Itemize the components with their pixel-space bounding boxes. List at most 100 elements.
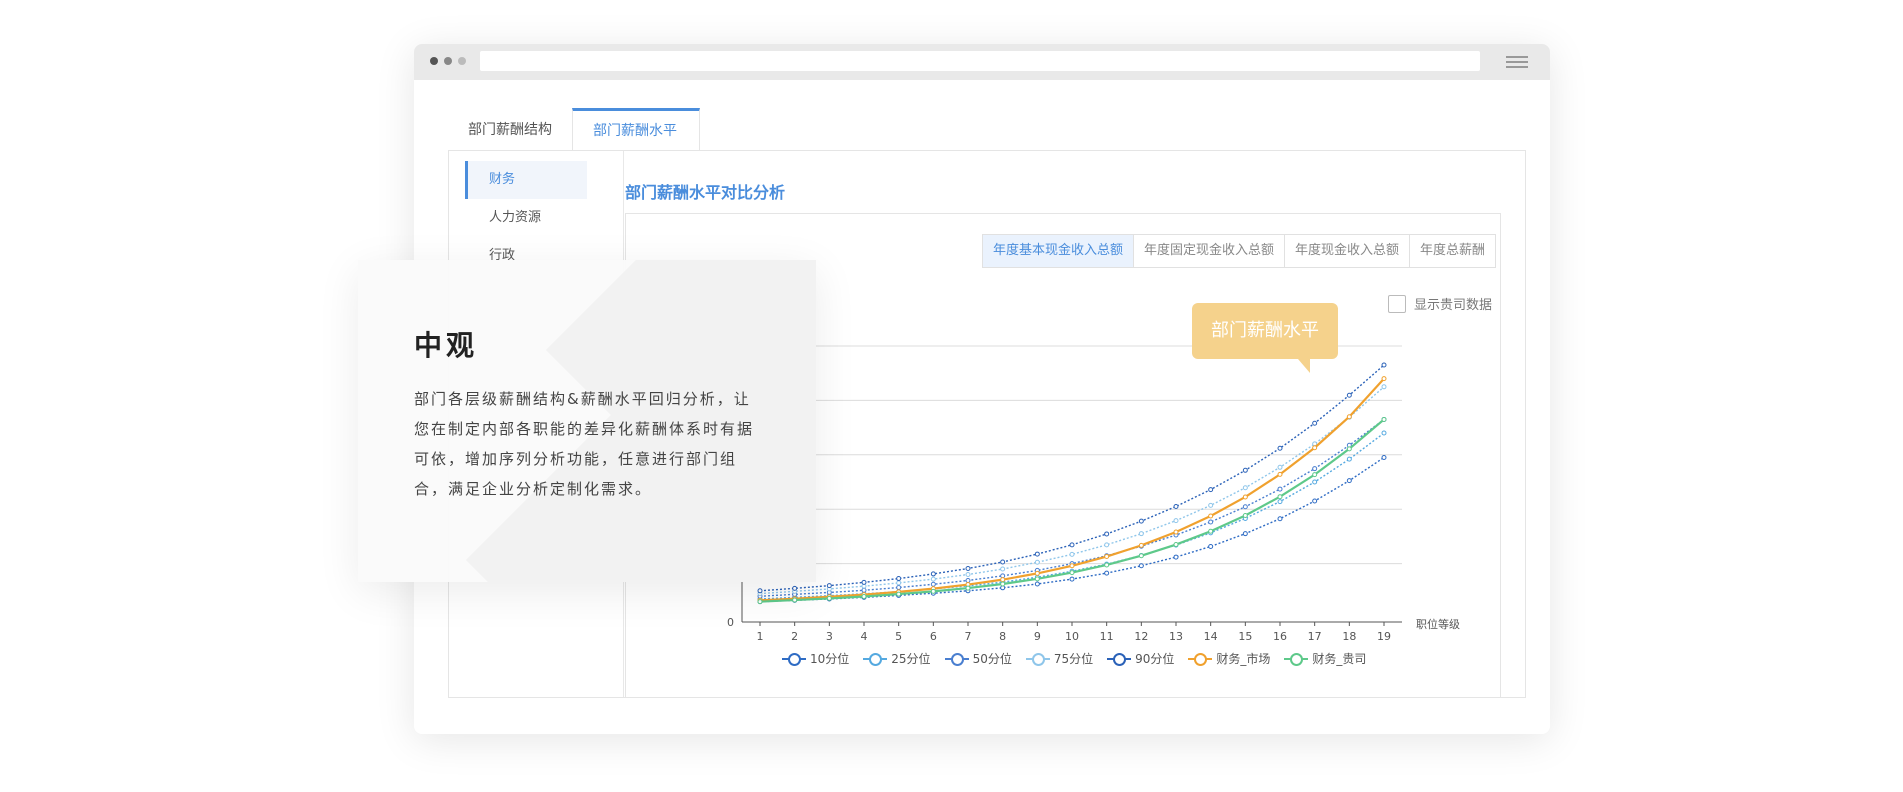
legend-label: 50分位 bbox=[972, 652, 1012, 666]
legend-marker-icon bbox=[1284, 652, 1309, 666]
series-line bbox=[759, 364, 1385, 592]
data-point bbox=[1346, 478, 1352, 484]
legend-label: 75分位 bbox=[1053, 652, 1094, 666]
data-point bbox=[930, 581, 936, 587]
data-point bbox=[1346, 392, 1352, 398]
data-point bbox=[896, 580, 902, 586]
legend-marker-icon bbox=[944, 652, 969, 666]
data-point bbox=[1138, 531, 1144, 537]
data-point bbox=[1208, 502, 1214, 508]
data-point bbox=[1069, 542, 1075, 548]
legend-label: 25分位 bbox=[891, 652, 931, 666]
data-point bbox=[861, 579, 867, 585]
x-tick-label: 12 bbox=[1134, 630, 1148, 643]
data-point bbox=[1277, 486, 1283, 492]
data-point bbox=[1173, 542, 1179, 548]
data-point bbox=[1277, 516, 1283, 522]
data-point bbox=[757, 599, 763, 605]
legend-marker-icon bbox=[782, 652, 806, 666]
data-point bbox=[861, 587, 867, 593]
legend-marker-icon bbox=[1025, 652, 1050, 666]
data-point bbox=[965, 577, 971, 583]
data-point bbox=[1069, 551, 1075, 557]
legend-label: 90分位 bbox=[1135, 652, 1175, 666]
data-point bbox=[1104, 542, 1110, 548]
data-point bbox=[1381, 362, 1387, 368]
data-point bbox=[1138, 518, 1144, 524]
data-point bbox=[1277, 494, 1283, 500]
x-tick-label: 17 bbox=[1308, 630, 1322, 643]
data-point bbox=[1312, 479, 1318, 485]
data-point bbox=[1138, 563, 1144, 569]
data-point bbox=[1069, 570, 1075, 576]
x-tick-label: 14 bbox=[1204, 630, 1218, 643]
data-point bbox=[1242, 531, 1248, 537]
legend-item[interactable]: 25分位 bbox=[863, 650, 931, 667]
data-point bbox=[826, 583, 832, 589]
x-tick-label: 5 bbox=[895, 630, 902, 643]
data-point bbox=[1381, 384, 1387, 390]
data-point bbox=[930, 588, 936, 594]
legend-label: 10分位 bbox=[810, 652, 850, 666]
data-point bbox=[1242, 485, 1248, 491]
data-point bbox=[1277, 464, 1283, 470]
data-point bbox=[896, 591, 902, 597]
data-point bbox=[896, 585, 902, 591]
data-point bbox=[1208, 487, 1214, 493]
data-point bbox=[1312, 420, 1318, 426]
data-point bbox=[1034, 576, 1040, 582]
data-point bbox=[1000, 577, 1006, 583]
data-point bbox=[1104, 554, 1110, 560]
x-tick-label: 10 bbox=[1065, 630, 1079, 643]
data-point bbox=[1312, 445, 1318, 451]
data-point bbox=[1381, 376, 1387, 382]
data-point bbox=[1208, 543, 1214, 549]
data-point bbox=[1242, 494, 1248, 500]
legend-marker-icon bbox=[863, 652, 888, 666]
data-point bbox=[1346, 414, 1352, 420]
data-point bbox=[1138, 542, 1144, 548]
data-point bbox=[1104, 531, 1110, 537]
legend-item[interactable]: 财务_贵司 bbox=[1284, 650, 1366, 667]
chart-legend: 10分位 25分位 50分位 75分位 90分位 财务_市场 财务_贵司 bbox=[782, 650, 1366, 667]
legend-item[interactable]: 90分位 bbox=[1107, 650, 1174, 667]
data-point bbox=[1277, 445, 1283, 451]
data-point bbox=[1381, 416, 1387, 422]
chart-callout-tail bbox=[1298, 359, 1310, 373]
data-point bbox=[1173, 529, 1179, 535]
data-point bbox=[1173, 518, 1179, 524]
x-tick-label: 18 bbox=[1342, 630, 1356, 643]
x-axis-label: 职位等级 bbox=[1416, 617, 1460, 631]
legend-marker-icon bbox=[1188, 652, 1213, 666]
legend-item[interactable]: 50分位 bbox=[944, 650, 1012, 667]
y-tick-label: 0 bbox=[727, 616, 734, 629]
x-tick-label: 13 bbox=[1169, 630, 1183, 643]
data-point bbox=[1381, 455, 1387, 461]
data-point bbox=[965, 585, 971, 591]
x-tick-label: 9 bbox=[1034, 630, 1041, 643]
data-point bbox=[1000, 559, 1006, 565]
data-point bbox=[1277, 471, 1283, 477]
data-point bbox=[896, 576, 902, 582]
data-point bbox=[1173, 503, 1179, 509]
data-point bbox=[1381, 430, 1387, 436]
x-tick-label: 6 bbox=[930, 630, 937, 643]
data-point bbox=[930, 576, 936, 582]
data-point bbox=[930, 571, 936, 577]
x-tick-label: 15 bbox=[1238, 630, 1252, 643]
legend-item[interactable]: 10分位 bbox=[782, 650, 849, 667]
data-point bbox=[1104, 570, 1110, 576]
x-tick-label: 4 bbox=[861, 630, 868, 643]
data-point bbox=[1312, 472, 1318, 478]
data-point bbox=[965, 571, 971, 577]
data-point bbox=[1277, 499, 1283, 505]
card-description: 部门各层级薪酬结构&薪酬水平回归分析，让您在制定内部各职能的差异化薪酬体系时有据… bbox=[414, 390, 755, 498]
legend-item[interactable]: 财务_市场 bbox=[1188, 650, 1270, 667]
chart-callout: 部门薪酬水平 bbox=[1192, 303, 1338, 359]
data-point bbox=[1173, 554, 1179, 560]
legend-item[interactable]: 75分位 bbox=[1025, 650, 1094, 667]
legend-label: 财务_市场 bbox=[1216, 652, 1271, 666]
x-tick-label: 11 bbox=[1100, 630, 1114, 643]
data-point bbox=[1000, 566, 1006, 572]
data-point bbox=[826, 595, 832, 601]
